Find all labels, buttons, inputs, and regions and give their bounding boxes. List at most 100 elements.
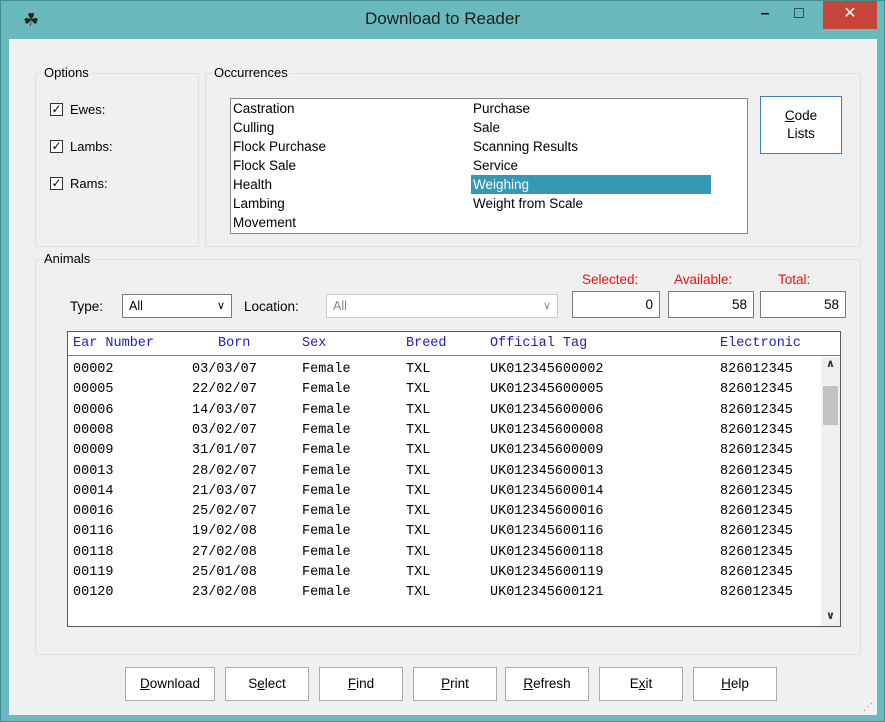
column-header-official-tag[interactable]: Official Tag [490, 336, 587, 351]
code-lists-label-line1: Code [784, 108, 818, 123]
table-cell: 826012345 [720, 483, 793, 499]
scroll-thumb[interactable] [823, 386, 838, 425]
occurrence-item[interactable]: Flock Purchase [231, 137, 326, 156]
table-cell: 826012345 [720, 463, 793, 479]
download-to-reader-window: ☘ Download to Reader – □ ✕ Options ✓ Ewe… [0, 0, 885, 722]
table-row[interactable]: 00008 03/02/07 Female TXL UK012345600008 8260… [68, 421, 823, 441]
column-header-ear-number[interactable]: Ear Number [73, 336, 154, 351]
location-dropdown-value: All [333, 299, 347, 313]
location-dropdown[interactable]: All ∨ [326, 294, 558, 318]
selected-label: Selected: [582, 272, 639, 287]
code-lists-button[interactable]: Code Lists [760, 96, 842, 154]
table-cell: 00120 [73, 585, 114, 601]
occurrence-item[interactable]: Culling [231, 118, 274, 137]
table-cell: 23/02/08 [192, 585, 257, 601]
table-row[interactable]: 00002 03/03/07 Female TXL UK012345600002 8260… [68, 360, 823, 380]
table-cell: UK012345600116 [490, 524, 604, 540]
print-button[interactable]: Print [413, 667, 497, 701]
column-header-breed[interactable]: Breed [406, 336, 447, 351]
table-cell: 00013 [73, 463, 114, 479]
table-cell: TXL [406, 504, 431, 520]
table-row[interactable]: 00116 19/02/08 Female TXL UK012345600116 8260… [68, 522, 823, 542]
select-button[interactable]: Select [225, 667, 309, 701]
occurrence-item[interactable]: Castration [231, 99, 295, 118]
occurrence-item[interactable]: Sale [471, 118, 500, 137]
table-cell: 25/01/08 [192, 565, 257, 580]
help-button[interactable]: Help [693, 667, 777, 701]
lambs-checkbox[interactable]: ✓ [50, 139, 63, 153]
table-cell: 25/02/07 [192, 504, 257, 520]
download-button[interactable]: Download [125, 667, 215, 701]
find-button[interactable]: Find [319, 667, 403, 701]
close-button[interactable]: ✕ [823, 1, 877, 29]
occurrences-group: Occurrences Castration Culling Flock Pur… [205, 66, 861, 247]
table-row[interactable]: 00005 22/02/07 Female TXL UK012345600005 8260… [68, 380, 823, 400]
occurrence-item[interactable]: Weight from Scale [471, 194, 583, 213]
table-cell: TXL [406, 524, 431, 540]
table-cell: Female [302, 483, 351, 499]
table-cell: 00016 [73, 504, 114, 520]
animals-grid[interactable]: Ear Number Born Sex Breed Official Tag E… [67, 331, 841, 627]
maximize-button[interactable]: □ [779, 1, 819, 29]
table-cell: TXL [406, 443, 431, 459]
table-cell: 19/02/08 [192, 524, 257, 540]
check-mark-icon: ✓ [51, 102, 62, 116]
scroll-down-icon[interactable]: ∨ [821, 609, 840, 626]
scroll-up-icon[interactable]: ∧ [821, 357, 840, 374]
dialog-client-area: Options ✓ Ewes: ✓ Lambs: ✓ Rams: Occurre… [9, 39, 877, 715]
table-cell: UK012345600016 [490, 504, 604, 520]
occurrence-item[interactable]: Lambing [231, 194, 285, 213]
column-header-born[interactable]: Born [218, 336, 250, 351]
table-row[interactable]: 00014 21/03/07 Female TXL UK012345600014 8260… [68, 482, 823, 502]
table-row[interactable]: 00118 27/02/08 Female TXL UK012345600118 8260… [68, 543, 823, 563]
table-cell: 826012345 [720, 422, 793, 438]
type-dropdown[interactable]: All ∨ [122, 294, 232, 318]
column-header-electronic[interactable]: Electronic [720, 336, 801, 351]
animals-group-label: Animals [42, 251, 93, 266]
occurrences-listbox[interactable]: Castration Culling Flock Purchase Flock … [230, 98, 748, 234]
table-row[interactable]: 00006 14/03/07 Female TXL UK012345600006 8260… [68, 401, 823, 421]
table-cell: Female [302, 585, 351, 601]
table-cell: 826012345 [720, 362, 793, 377]
table-cell: 21/03/07 [192, 483, 257, 499]
occurrence-item[interactable]: Service [471, 156, 518, 175]
table-cell: 826012345 [720, 585, 793, 601]
occurrence-item[interactable]: Flock Sale [231, 156, 296, 175]
table-cell: 28/02/07 [192, 463, 257, 479]
lambs-checkbox-row[interactable]: ✓ Lambs: [50, 137, 113, 155]
table-cell: 00009 [73, 443, 114, 459]
code-lists-label-line2: Lists [787, 126, 815, 141]
table-row[interactable]: 00013 28/02/07 Female TXL UK012345600013 8260… [68, 462, 823, 482]
table-cell: UK012345600002 [490, 362, 604, 377]
column-header-sex[interactable]: Sex [302, 336, 326, 351]
table-cell: UK012345600006 [490, 402, 604, 418]
exit-button[interactable]: Exit [599, 667, 683, 701]
table-row[interactable]: 00016 25/02/07 Female TXL UK012345600016 8260… [68, 502, 823, 522]
table-cell: TXL [406, 402, 431, 418]
table-cell: Female [302, 382, 351, 398]
table-row[interactable]: 00009 31/01/07 Female TXL UK012345600009 8260… [68, 441, 823, 461]
occurrence-item[interactable]: Movement [231, 213, 296, 232]
grid-scrollbar[interactable]: ∧ ∨ [821, 357, 840, 626]
title-bar[interactable]: ☘ Download to Reader – □ ✕ [1, 1, 884, 39]
chevron-down-icon: ∨ [542, 300, 551, 312]
ewes-checkbox-row[interactable]: ✓ Ewes: [50, 100, 105, 118]
ewes-label: Ewes: [70, 101, 106, 117]
occurrence-item[interactable]: Scanning Results [471, 137, 578, 156]
table-cell: 03/03/07 [192, 362, 257, 377]
occurrence-item[interactable]: Health [231, 175, 272, 194]
table-cell: 27/02/08 [192, 544, 257, 560]
resize-grip-icon[interactable]: ⋰ [863, 702, 873, 713]
ewes-checkbox[interactable]: ✓ [50, 102, 63, 116]
table-cell: UK012345600005 [490, 382, 604, 398]
rams-checkbox[interactable]: ✓ [50, 176, 63, 190]
occurrence-item-selected[interactable]: Weighing [471, 175, 711, 194]
rams-checkbox-row[interactable]: ✓ Rams: [50, 174, 108, 192]
table-row[interactable]: 00120 23/02/08 Female TXL UK012345600121 8260… [68, 583, 823, 603]
occurrence-item[interactable]: Purchase [471, 99, 530, 118]
table-row[interactable]: 00119 25/01/08 Female TXL UK012345600119 8260… [68, 563, 823, 583]
refresh-button[interactable]: Refresh [505, 667, 589, 701]
grid-header: Ear Number Born Sex Breed Official Tag E… [68, 332, 840, 356]
table-cell: UK012345600014 [490, 483, 604, 499]
table-cell: 826012345 [720, 565, 793, 580]
